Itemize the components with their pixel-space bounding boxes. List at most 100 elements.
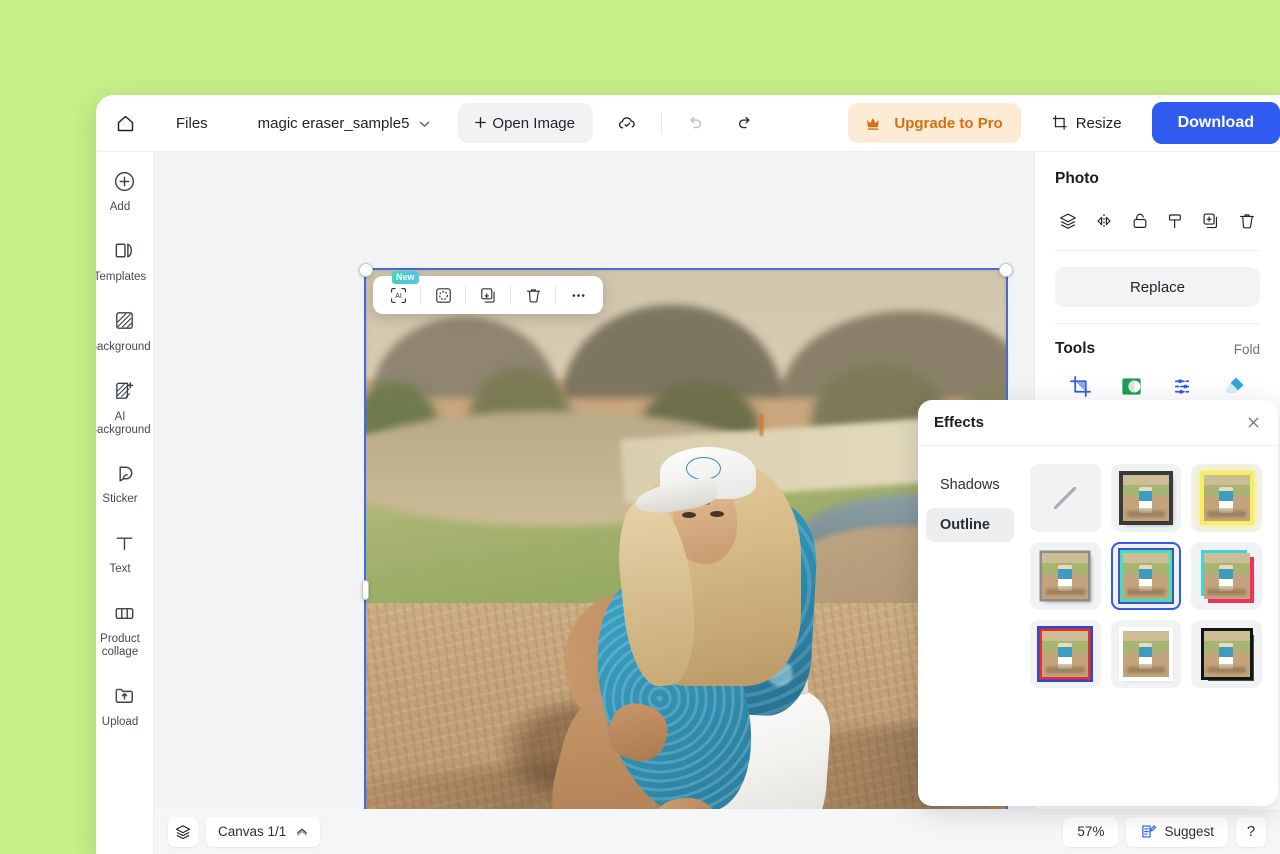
files-menu[interactable]: Files — [168, 109, 216, 138]
sidebar-item-add[interactable]: Add — [96, 162, 153, 218]
upgrade-to-pro-button[interactable]: Upgrade to Pro — [848, 103, 1021, 143]
delete-button[interactable] — [1234, 208, 1260, 234]
redo-button[interactable] — [728, 106, 762, 140]
layers-icon — [1058, 211, 1078, 231]
duplicate-button[interactable] — [471, 280, 505, 310]
resize-handle-top-right[interactable] — [999, 263, 1013, 277]
sidebar-item-label: Add — [109, 201, 131, 213]
effect-preset-white-soft-border[interactable] — [1110, 620, 1182, 688]
effect-preset-mint-yellow-blue-border[interactable] — [1110, 542, 1182, 610]
trash-icon — [1237, 211, 1257, 231]
effect-thumbnail — [1042, 553, 1089, 599]
effect-preset-dark-thick-border[interactable] — [1110, 464, 1182, 532]
mask-button[interactable] — [426, 280, 460, 310]
sidebar-item-label: Templates — [96, 270, 147, 283]
layers-button[interactable] — [1055, 208, 1081, 234]
effect-preset-grey-thin-border[interactable] — [1030, 542, 1101, 610]
upload-icon — [110, 681, 140, 711]
lock-button[interactable] — [1127, 208, 1153, 234]
sidebar-item-templates[interactable]: Templates — [96, 232, 153, 288]
effect-preset-cyan-pink-offset-border[interactable] — [1191, 542, 1262, 610]
document-name-label: magic eraser_sample5 — [257, 114, 410, 132]
tools-title: Tools — [1055, 340, 1096, 357]
cloud-saved-icon — [617, 113, 638, 134]
effect-thumbnail — [1203, 631, 1250, 677]
artboard[interactable]: insMind .com — [364, 268, 1008, 854]
photo-actions-row — [1055, 208, 1260, 251]
open-image-button[interactable]: Open Image — [458, 103, 593, 143]
effects-title: Effects — [934, 414, 985, 431]
tab-label: Shadows — [940, 477, 1000, 493]
thumb-subject — [1219, 564, 1234, 591]
align-button[interactable] — [1162, 208, 1188, 234]
help-button[interactable]: ? — [1236, 816, 1266, 847]
sidebar-item-label: Text — [109, 563, 131, 576]
photo-golfer — [532, 443, 852, 854]
toolbar-divider — [660, 112, 662, 134]
zoom-level-button[interactable]: 57% — [1063, 816, 1119, 847]
canvas-pages-button[interactable]: Canvas 1/1 — [206, 816, 321, 847]
sidebar-item-upload[interactable]: Upload — [96, 677, 153, 733]
suggest-button[interactable]: Suggest — [1126, 816, 1228, 847]
resize-handle-top-left[interactable] — [359, 263, 373, 277]
lock-icon — [1130, 211, 1150, 231]
close-icon[interactable] — [1245, 414, 1262, 431]
sidebar-item-text[interactable]: Text — [96, 524, 153, 580]
zoom-label: 57% — [1077, 824, 1105, 839]
fold-toggle[interactable]: Fold — [1234, 342, 1260, 357]
home-icon — [115, 113, 136, 134]
sidebar-item-label: AI Background — [96, 410, 151, 436]
effects-panel: Effects Shadows Outline — [918, 400, 1278, 806]
sidebar-item-product-collage[interactable]: Product collage — [96, 594, 153, 663]
effect-thumbnail — [1203, 553, 1250, 599]
effect-preset-none[interactable] — [1030, 464, 1101, 532]
chevron-up-icon — [296, 827, 308, 836]
left-sidebar: Add Templates Background — [96, 152, 154, 854]
home-button[interactable] — [104, 102, 146, 144]
document-name-dropdown[interactable]: magic eraser_sample5 — [252, 109, 437, 138]
duplicate-icon — [1201, 211, 1221, 231]
flip-button[interactable] — [1091, 208, 1117, 234]
thumb-subject — [1138, 642, 1153, 669]
mask-circle-icon — [434, 286, 453, 305]
effects-panel-body: Shadows Outline — [918, 446, 1278, 806]
sidebar-item-sticker[interactable]: Sticker — [96, 454, 153, 510]
resize-button[interactable]: Resize — [1043, 104, 1130, 142]
ai-edit-button[interactable]: New AI — [381, 271, 419, 310]
undo-button[interactable] — [678, 106, 712, 140]
resize-handle-left[interactable] — [362, 580, 369, 600]
more-button[interactable] — [561, 280, 595, 310]
delete-button[interactable] — [516, 280, 550, 310]
effects-tab-outline[interactable]: Outline — [926, 508, 1014, 542]
sidebar-item-background[interactable]: Background — [96, 302, 153, 358]
sidebar-item-label: Sticker — [102, 493, 138, 506]
flip-icon — [1094, 211, 1114, 231]
suggest-icon — [1140, 823, 1157, 840]
plus-icon — [472, 114, 489, 131]
effect-preset-black-offset-border[interactable] — [1191, 620, 1262, 688]
cloud-save-button[interactable] — [611, 106, 645, 140]
thumb-shadow — [1126, 588, 1166, 596]
photo-flag — [759, 414, 763, 436]
download-button[interactable]: Download — [1151, 102, 1280, 144]
thumb-subject — [1057, 642, 1072, 669]
plus-circle-icon — [110, 166, 140, 196]
toolbar-divider — [465, 286, 466, 304]
duplicate-button[interactable] — [1198, 208, 1224, 234]
resize-icon — [1051, 114, 1069, 132]
app-window: Files magic eraser_sample5 Open Image Up… — [96, 95, 1280, 854]
panel-divider — [1055, 323, 1260, 324]
background-icon — [110, 306, 140, 336]
effect-preset-red-blue-double-border[interactable] — [1030, 620, 1101, 688]
thumb-subject — [1138, 486, 1153, 513]
layers-panel-button[interactable] — [168, 816, 198, 847]
help-label: ? — [1246, 823, 1256, 840]
replace-button[interactable]: Replace — [1055, 267, 1260, 307]
photo-layer[interactable]: insMind .com — [366, 270, 1006, 854]
sidebar-item-ai-background[interactable]: AI Background — [96, 372, 153, 441]
open-image-label: Open Image — [492, 114, 575, 132]
effects-tab-shadows[interactable]: Shadows — [926, 468, 1014, 502]
top-toolbar: Files magic eraser_sample5 Open Image Up… — [96, 95, 1280, 152]
suggest-label: Suggest — [1164, 824, 1214, 839]
effect-preset-yellow-glow[interactable] — [1191, 464, 1262, 532]
